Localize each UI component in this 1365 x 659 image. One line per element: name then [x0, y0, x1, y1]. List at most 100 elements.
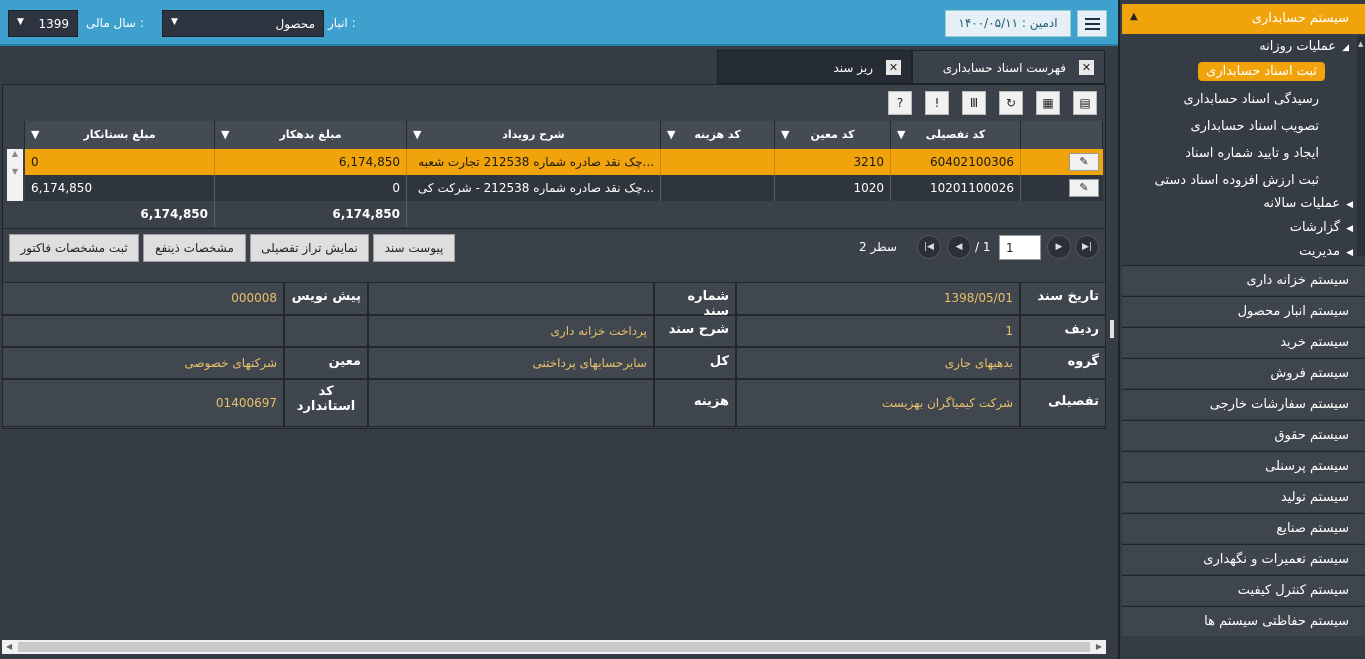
- filter-icon[interactable]: ▼: [31, 121, 39, 149]
- filter-icon[interactable]: ▼: [667, 121, 675, 149]
- sidebar-item-security[interactable]: سیستم حفاظتی سیستم ها: [1122, 606, 1365, 636]
- sidebar-group-label: عملیات روزانه: [1259, 39, 1337, 54]
- columns-icon[interactable]: Ⅲ: [962, 91, 986, 115]
- last-page-icon[interactable]: |◀: [917, 235, 941, 259]
- col-header-bestankar[interactable]: مبلغ بستانکار ▼: [25, 121, 215, 149]
- sidebar-item-approve-docs[interactable]: تصویب اسناد حسابداری: [1190, 119, 1319, 134]
- scroll-left-icon[interactable]: ◀: [6, 640, 12, 654]
- sidebar-item-warehouse[interactable]: سیستم انبار محصول: [1122, 296, 1365, 326]
- std-code-label: کد استاندارد: [284, 379, 368, 427]
- sidebar-item-sales[interactable]: سیستم فروش: [1122, 358, 1365, 388]
- horizontal-scrollbar[interactable]: ◀ ▶: [2, 640, 1106, 654]
- document-details: تاریخ سند 1398/05/01 شماره سند پیش نویس …: [2, 282, 1106, 428]
- col-header-edit: [1021, 121, 1103, 149]
- tab-label: فهرست اسناد حسابداری: [942, 61, 1066, 75]
- page-number-input[interactable]: [999, 235, 1041, 260]
- export-pdf-icon[interactable]: ▦: [1036, 91, 1060, 115]
- warehouse-dropdown[interactable]: ▼ محصول: [162, 10, 324, 37]
- fiscal-year-dropdown[interactable]: ▼ 1399: [8, 10, 78, 37]
- sidebar-item-review-docs[interactable]: رسیدگی اسناد حسابداری: [1184, 92, 1319, 107]
- expanded-icon: ◢: [1342, 43, 1349, 53]
- row-value: 1: [736, 315, 1020, 347]
- filter-icon[interactable]: ▼: [413, 121, 421, 149]
- help-icon[interactable]: ?: [888, 91, 912, 115]
- user-info: ادمین : ۱۴۰۰/۰۵/۱۱: [945, 10, 1071, 37]
- filter-icon[interactable]: ▼: [781, 121, 789, 149]
- grid-scrollbar[interactable]: ▲ ▼: [7, 149, 23, 201]
- scroll-right-icon[interactable]: ▶: [1096, 640, 1102, 654]
- sidebar-item-industries[interactable]: سیستم صنایع: [1122, 513, 1365, 543]
- prev-page-icon[interactable]: ▶: [1047, 235, 1071, 259]
- sidebar-group-daily[interactable]: عملیات روزانه ◢: [1259, 39, 1349, 54]
- filter-icon[interactable]: ▼: [221, 121, 229, 149]
- tab-documents-list[interactable]: ✕ فهرست اسناد حسابداری: [912, 50, 1105, 84]
- sidebar-group-management[interactable]: مدیریت ◀: [1299, 244, 1353, 259]
- sidebar-item-treasury[interactable]: سیستم خزانه داری: [1122, 265, 1365, 295]
- edit-icon[interactable]: ✎: [1069, 153, 1099, 171]
- sidebar-group-annual[interactable]: عملیات سالانه ◀: [1263, 196, 1353, 211]
- cell-bedehkar: 0: [215, 175, 407, 201]
- sidebar-header-accounting[interactable]: ▲ سیستم حسابداری: [1122, 4, 1365, 34]
- sidebar-group-label: عملیات سالانه: [1263, 196, 1341, 211]
- cell-bestankar: 6,174,850: [25, 175, 215, 201]
- col-header-label: شرح رویداد: [502, 128, 565, 141]
- alert-icon[interactable]: !: [925, 91, 949, 115]
- splitter-handle[interactable]: [1110, 320, 1114, 338]
- col-header-label: مبلغ بدهکار: [279, 128, 342, 141]
- attach-button[interactable]: پیوست سند: [373, 234, 455, 262]
- menu-button[interactable]: [1077, 10, 1107, 37]
- close-icon[interactable]: ✕: [1079, 60, 1094, 75]
- col-header-tafsili[interactable]: کد تفصیلی ▼: [891, 121, 1021, 149]
- sidebar-item-payroll[interactable]: سیستم حقوق: [1122, 420, 1365, 450]
- tab-document-detail[interactable]: ✕ ریز سند: [717, 50, 912, 84]
- rows-count: 2 سطر: [859, 240, 897, 254]
- scroll-thumb[interactable]: [18, 642, 1090, 652]
- col-header-sharh[interactable]: شرح رویداد ▼: [407, 121, 661, 149]
- sidebar-item-maintenance[interactable]: سیستم تعمیرات و نگهداری: [1122, 544, 1365, 574]
- group-value: بدهیهای جاری: [736, 347, 1020, 379]
- sidebar-item-purchase[interactable]: سیستم خرید: [1122, 327, 1365, 357]
- group-label: گروه: [1020, 347, 1106, 379]
- cell-tafsili: 10201100026: [891, 175, 1021, 201]
- pager-bar: ▶| ▶ / 1 ◀ |◀ 2 سطر پیوست سند نمایش تراز…: [3, 228, 1105, 266]
- sidebar-item-quality[interactable]: سیستم کنترل کیفیت: [1122, 575, 1365, 605]
- close-icon[interactable]: ✕: [886, 60, 901, 75]
- scroll-up-icon[interactable]: ▲: [1358, 40, 1363, 48]
- col-header-label: کد هزینه: [694, 128, 741, 141]
- cell-hazine: [661, 175, 775, 201]
- kol-label: کل: [654, 347, 736, 379]
- cell-sharh: چک نقد صادره شماره 212538 تجارت شعبه...: [407, 149, 661, 175]
- sidebar-item-doc-numbers[interactable]: ایجاد و تایید شماره اسناد: [1185, 146, 1319, 161]
- sidebar-item-personnel[interactable]: سیستم پرسنلی: [1122, 451, 1365, 481]
- col-header-moein[interactable]: کد معین ▼: [775, 121, 891, 149]
- collapsed-icon: ◀: [1346, 248, 1353, 258]
- sidebar-item-register-docs[interactable]: ثبت اسناد حسابداری: [1198, 62, 1325, 81]
- invoice-button[interactable]: ثبت مشخصات فاکتور: [9, 234, 139, 262]
- edit-icon[interactable]: ✎: [1069, 179, 1099, 197]
- sidebar-group-reports[interactable]: گزارشات ◀: [1290, 220, 1353, 235]
- col-header-label: کد تفصیلی: [925, 128, 986, 141]
- table-row[interactable]: 0 6,174,850 چک نقد صادره شماره 212538 تج…: [25, 149, 1103, 175]
- first-page-icon[interactable]: ▶|: [1075, 235, 1099, 259]
- cell-tafsili: 60402100306: [891, 149, 1021, 175]
- sidebar-group-label: گزارشات: [1289, 220, 1341, 235]
- sidebar-item-foreign-orders[interactable]: سیستم سفارشات خارجی: [1122, 389, 1365, 419]
- next-page-icon[interactable]: ◀: [947, 235, 971, 259]
- col-header-bedehkar[interactable]: مبلغ بدهکار ▼: [215, 121, 407, 149]
- detail-balance-button[interactable]: نمایش تراز تفصیلی: [250, 234, 369, 262]
- sidebar-title: سیستم حسابداری: [1251, 11, 1349, 26]
- col-header-hazine[interactable]: کد هزینه ▼: [661, 121, 775, 149]
- warehouse-value: محصول: [275, 17, 316, 31]
- row-label: ردیف: [1020, 315, 1106, 347]
- filter-icon[interactable]: ▼: [897, 121, 905, 149]
- cost-label: هزینه: [654, 379, 736, 427]
- totals-empty: [407, 201, 1021, 227]
- collapse-icon: ▲: [1130, 11, 1138, 22]
- refresh-icon[interactable]: ↻: [999, 91, 1023, 115]
- beneficiary-button[interactable]: مشخصات ذینفع: [143, 234, 246, 262]
- export-excel-icon[interactable]: ▤: [1073, 91, 1097, 115]
- sidebar-scrollbar[interactable]: ▲: [1357, 36, 1365, 256]
- table-row[interactable]: 6,174,850 0 چک نقد صادره شماره 212538 - …: [25, 175, 1103, 201]
- sidebar-item-production[interactable]: سیستم تولید: [1122, 482, 1365, 512]
- sidebar-item-vat-docs[interactable]: ثبت ارزش افزوده اسناد دستی: [1155, 173, 1319, 188]
